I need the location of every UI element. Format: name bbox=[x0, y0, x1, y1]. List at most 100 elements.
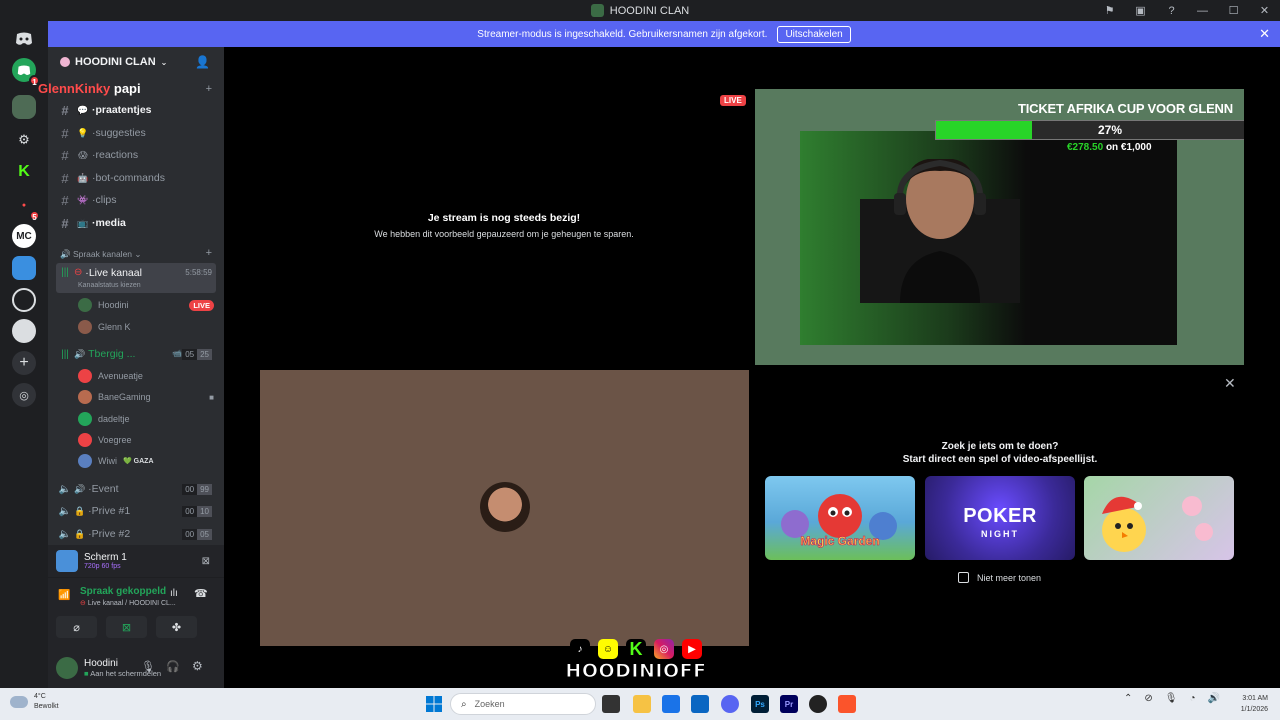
voice-member[interactable]: Voegree bbox=[78, 431, 218, 449]
user-video-tile[interactable] bbox=[260, 370, 749, 646]
record-icon: ⊖ bbox=[74, 267, 83, 278]
voice-member[interactable]: Avenueatje bbox=[78, 367, 218, 385]
premiere-icon[interactable]: Pr bbox=[780, 695, 798, 713]
camera-off-button[interactable]: ⌀ bbox=[56, 616, 97, 638]
maximize-button[interactable]: ☐ bbox=[1218, 0, 1249, 21]
channel-suggesties[interactable]: # 💡 · suggesties bbox=[56, 123, 216, 143]
screen-preview-icon bbox=[56, 550, 78, 572]
server-icon-1[interactable]: 1 bbox=[12, 58, 40, 87]
activity-magic-garden[interactable]: Magic Garden bbox=[765, 476, 915, 560]
channel-clips[interactable]: # 👾 · clips bbox=[56, 190, 216, 210]
channel-media[interactable]: # 📺 · media bbox=[56, 213, 216, 233]
chevron-up-icon[interactable]: ⌃ bbox=[1124, 693, 1132, 704]
obs-icon[interactable] bbox=[809, 695, 827, 713]
voice-member[interactable]: BaneGaming ■ bbox=[78, 388, 218, 406]
live-duration: 5:58:59 bbox=[185, 268, 212, 277]
server-icon-w[interactable] bbox=[12, 319, 36, 343]
guild-name: HOODINI CLAN bbox=[75, 56, 156, 68]
stop-share-icon[interactable]: ⊠ bbox=[202, 556, 210, 567]
voice-channel-live[interactable]: ||| ⊖ · Live kanaal 5:58:59 Kanaalstatus… bbox=[56, 263, 216, 293]
channel-status[interactable]: Kanaalstatus kiezen bbox=[78, 282, 141, 289]
member-tag: 💚 GAZA bbox=[123, 458, 154, 465]
voice-channel-event[interactable]: 🔈 🔊 · Event 00 99 bbox=[56, 479, 216, 499]
discord-taskbar-icon[interactable] bbox=[721, 695, 739, 713]
taskbar-clock[interactable]: 3:01 AM 1/1/2026 bbox=[1241, 693, 1268, 715]
user-count: 00 10 bbox=[182, 505, 212, 517]
dont-show-again[interactable]: Niet meer tonen bbox=[958, 572, 1041, 583]
photoshop-icon[interactable]: Ps bbox=[751, 695, 769, 713]
store-icon[interactable] bbox=[662, 695, 680, 713]
soundboard-button[interactable] bbox=[206, 616, 218, 638]
file-explorer-icon[interactable] bbox=[633, 695, 651, 713]
windows-start-icon[interactable] bbox=[425, 695, 443, 713]
voice-channel-prive-2[interactable]: 🔈 🔒 · Prive #2 00 05 bbox=[56, 524, 216, 544]
add-voice-channel-icon[interactable]: + bbox=[206, 247, 212, 259]
invite-icon[interactable]: 👤 bbox=[195, 55, 210, 69]
channel-reactions[interactable]: # 😱 · reactions bbox=[56, 145, 216, 165]
weather-widget[interactable]: 4°C Bewolkt bbox=[10, 692, 59, 712]
disconnect-icon[interactable]: ☎ bbox=[194, 587, 208, 600]
minimize-button[interactable]: — bbox=[1187, 0, 1218, 21]
guild-header[interactable]: HOODINI CLAN ⌄ 👤 bbox=[48, 47, 224, 77]
server-icon-blue[interactable] bbox=[12, 256, 36, 280]
brave-icon[interactable] bbox=[838, 695, 856, 713]
gear-server-icon[interactable]: ⚙ bbox=[12, 128, 36, 152]
voice-member[interactable]: Hoodini LIVE bbox=[78, 296, 218, 314]
voice-member[interactable]: Wiwi 💚 GAZA bbox=[78, 452, 218, 470]
mic-tray-icon[interactable]: 🎙 bbox=[1165, 693, 1178, 704]
activity-poker-night[interactable]: POKER NIGHT bbox=[925, 476, 1075, 560]
server-icon-ring[interactable] bbox=[12, 288, 36, 312]
close-icon[interactable]: ✕ bbox=[1259, 26, 1270, 42]
overlay-name: GlennKinky papi bbox=[38, 81, 141, 96]
overlay-name-red: GlennKinky bbox=[38, 81, 111, 96]
speaker-icon: 🔊 bbox=[74, 483, 86, 494]
tiktok-icon: ♪ bbox=[570, 639, 590, 659]
webcam-stream-tile[interactable]: TICKET AFRIKA CUP VOOR GLENN 27% €278.50… bbox=[755, 89, 1244, 365]
streamer-mode-banner: Streamer-modus is ingeschakeld. Gebruike… bbox=[48, 21, 1280, 47]
server-icon-red[interactable]: ● 5 bbox=[12, 193, 40, 222]
server-icon-mc[interactable]: MC bbox=[12, 224, 36, 248]
stream-paused-notice: Je stream is nog steeds bezig! We hebben… bbox=[354, 212, 654, 239]
streamer-figure bbox=[860, 159, 1020, 303]
channel-praatentjes[interactable]: # 💬 · praatentjes bbox=[56, 100, 216, 120]
activity-chicken-game[interactable] bbox=[1084, 476, 1234, 560]
voice-channel-prive-1[interactable]: 🔈 🔒 · Prive #1 00 10 bbox=[56, 501, 216, 521]
search-placeholder: Zoeken bbox=[474, 699, 505, 709]
kick-server-icon[interactable]: K bbox=[12, 160, 36, 184]
add-server-icon[interactable]: + bbox=[12, 351, 36, 375]
dont-show-checkbox[interactable] bbox=[958, 572, 969, 583]
signal-icon[interactable]: 📶 bbox=[58, 590, 70, 601]
paused-title: Je stream is nog steeds bezig! bbox=[427, 212, 581, 224]
close-icon[interactable]: ✕ bbox=[1224, 375, 1236, 392]
task-view-icon[interactable] bbox=[602, 695, 620, 713]
instagram-icon: ◎ bbox=[654, 639, 674, 659]
avatar[interactable] bbox=[56, 656, 78, 679]
activities-button[interactable]: ✤ bbox=[156, 616, 197, 638]
voice-member[interactable]: dadeltje bbox=[78, 410, 218, 428]
wifi-icon[interactable]: ◔ bbox=[1190, 693, 1196, 704]
noise-suppression-icon[interactable]: ılı bbox=[170, 588, 178, 599]
help-icon[interactable]: ? bbox=[1156, 0, 1187, 21]
discord-home-icon[interactable] bbox=[12, 27, 36, 51]
voice-category[interactable]: 🔊 Spraak kanalen ⌄ bbox=[60, 249, 142, 260]
headphones-icon[interactable]: 🎧 bbox=[166, 660, 180, 673]
lock-icon: 🔒 bbox=[74, 505, 86, 516]
disable-streamer-mode-button[interactable]: Uitschakelen bbox=[777, 25, 851, 43]
server-icon-hoodini[interactable] bbox=[12, 95, 36, 119]
inbox-icon[interactable]: ⚑ bbox=[1094, 0, 1125, 21]
monitor-icon[interactable]: ▣ bbox=[1125, 0, 1156, 21]
channel-bot-commands[interactable]: # 🤖 · bot-commands bbox=[56, 168, 216, 188]
settings-gear-icon[interactable]: ⚙ bbox=[192, 659, 203, 673]
close-window-button[interactable]: ✕ bbox=[1249, 0, 1280, 21]
taskbar-search[interactable]: ⌕ Zoeken bbox=[450, 693, 596, 715]
discover-icon[interactable]: ◎ bbox=[12, 383, 36, 407]
volume-icon[interactable]: 🔊 bbox=[1208, 693, 1220, 704]
voice-channel-second[interactable]: ||| 🔊 Tbergig ... 📹 05 25 bbox=[56, 344, 216, 364]
add-channel-icon[interactable]: + bbox=[206, 83, 212, 95]
voice-status[interactable]: Spraak gekoppeld bbox=[80, 586, 166, 597]
voice-member[interactable]: Glenn K bbox=[78, 318, 218, 336]
share-screen-button[interactable]: ⊠ bbox=[106, 616, 147, 638]
outlook-icon[interactable] bbox=[691, 695, 709, 713]
microphone-icon[interactable]: 🎙 bbox=[141, 660, 155, 673]
network-icon[interactable]: ⊘ bbox=[1144, 693, 1152, 704]
